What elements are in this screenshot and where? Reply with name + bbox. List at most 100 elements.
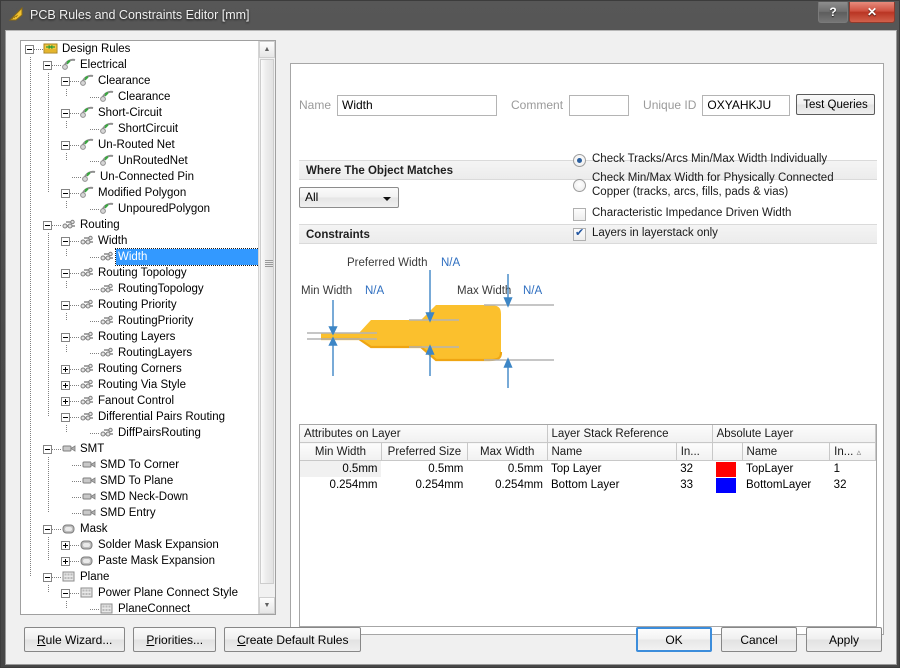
scroll-down-button[interactable]: ▼ — [259, 597, 275, 614]
tree-item-routing-via-style[interactable]: Routing Via Style — [21, 377, 258, 393]
tree-expander-expand-icon[interactable] — [61, 380, 70, 390]
tree-expander-collapse-icon[interactable] — [61, 108, 70, 118]
radio-check-connected-copper-icon[interactable] — [573, 179, 586, 192]
tree-item-fanout-control[interactable]: Fanout Control — [21, 393, 258, 409]
tree-expander-collapse-icon[interactable] — [61, 76, 70, 86]
cell-stack-name[interactable]: Top Layer — [547, 461, 676, 478]
tree-item-mask[interactable]: Mask — [21, 521, 258, 537]
tree-item-differential-pairs-routing[interactable]: Differential Pairs Routing — [21, 409, 258, 425]
ok-button[interactable]: OK — [636, 627, 712, 652]
tree-expander-collapse-icon[interactable] — [61, 412, 70, 422]
tree-item-un-connected-pin[interactable]: Un-Connected Pin — [21, 169, 258, 185]
scroll-up-button[interactable]: ▲ — [259, 41, 275, 58]
tree-expander-collapse-icon[interactable] — [61, 236, 70, 246]
tree-item-smt[interactable]: SMT — [21, 441, 258, 457]
scope-dropdown[interactable]: All — [299, 187, 399, 208]
tree-item-width[interactable]: Width — [21, 233, 258, 249]
tree-item-power-plane-connect-style[interactable]: Power Plane Connect Style — [21, 585, 258, 601]
tree-item-unroutednet[interactable]: UnRoutedNet — [21, 153, 258, 169]
column-header-max-width[interactable]: Max Width — [467, 442, 548, 461]
tree-item-design-rules[interactable]: Design Rules — [21, 41, 258, 57]
tree-item-smd-to-plane[interactable]: SMD To Plane — [21, 473, 258, 489]
tree-item-width[interactable]: Width — [21, 248, 258, 266]
cell-preferred-size[interactable]: 0.5mm — [381, 461, 467, 478]
option-check-connected-copper[interactable]: Check Min/Max Width for Physically Conne… — [573, 171, 871, 199]
group-header-absolute-layer[interactable]: Absolute Layer — [712, 425, 876, 443]
tree-expander-collapse-icon[interactable] — [43, 444, 52, 454]
cell-max-width[interactable]: 0.5mm — [467, 461, 547, 478]
option-check-individually[interactable]: Check Tracks/Arcs Min/Max Width Individu… — [573, 153, 873, 167]
column-header-absolute-index[interactable]: In... ▵ — [829, 442, 876, 461]
name-input[interactable] — [337, 94, 498, 116]
group-header-attributes-on-layer[interactable]: Attributes on Layer — [300, 425, 548, 443]
tree-scrollbar[interactable]: ▲ ▼ — [258, 41, 275, 614]
column-header-min-width[interactable]: Min Width — [300, 442, 382, 461]
tree-item-routinglayers[interactable]: RoutingLayers — [21, 345, 258, 361]
tree-item-smd-neck-down[interactable]: SMD Neck-Down — [21, 489, 258, 505]
tree-item-electrical[interactable]: Electrical — [21, 57, 258, 73]
tree-item-routingtopology[interactable]: RoutingTopology — [21, 281, 258, 297]
tree-item-solder-mask-expansion[interactable]: Solder Mask Expansion — [21, 537, 258, 553]
tree-expander-collapse-icon[interactable] — [43, 572, 52, 582]
option-layers-in-layerstack-only[interactable]: Layers in layerstack only — [573, 226, 873, 241]
tree-expander-collapse-icon[interactable] — [61, 588, 70, 598]
cell-absolute-name[interactable]: TopLayer — [742, 461, 830, 478]
cell-min-width[interactable]: 0.5mm — [300, 460, 382, 477]
tree-expander-expand-icon[interactable] — [61, 364, 70, 374]
close-button[interactable]: ✕ — [849, 2, 895, 23]
cell-absolute-name[interactable]: BottomLayer — [742, 477, 830, 493]
cell-min-width[interactable]: 0.254mm — [300, 477, 381, 493]
cell-max-width[interactable]: 0.254mm — [467, 477, 547, 493]
tree-item-routing[interactable]: Routing — [21, 217, 258, 233]
unique-id-input[interactable] — [702, 94, 791, 116]
column-header-stack-index[interactable]: In... — [676, 442, 713, 461]
tree-item-smd-to-corner[interactable]: SMD To Corner — [21, 457, 258, 473]
tree-item-smd-entry[interactable]: SMD Entry — [21, 505, 258, 521]
tree-expander-collapse-icon[interactable] — [25, 44, 34, 54]
cell-stack-name[interactable]: Bottom Layer — [547, 477, 676, 493]
layer-attributes-table[interactable]: Attributes on Layer Layer Stack Referenc… — [299, 424, 877, 627]
cancel-button[interactable]: Cancel — [721, 627, 797, 652]
checkbox-impedance-driven-width-icon[interactable] — [573, 208, 586, 221]
tree-expander-collapse-icon[interactable] — [61, 332, 70, 342]
tree-item-unpouredpolygon[interactable]: UnpouredPolygon — [21, 201, 258, 217]
apply-button[interactable]: Apply — [806, 627, 882, 652]
cell-stack-index[interactable]: 32 — [676, 461, 712, 478]
tree-expander-collapse-icon[interactable] — [43, 524, 52, 534]
tree-expander-collapse-icon[interactable] — [43, 60, 52, 70]
tree-expander-collapse-icon[interactable] — [43, 220, 52, 230]
priorities-button[interactable]: Priorities... — [133, 627, 217, 652]
tree-expander-expand-icon[interactable] — [61, 556, 70, 566]
tree-item-planeconnect[interactable]: PlaneConnect — [21, 601, 258, 614]
tree-expander-expand-icon[interactable] — [61, 396, 70, 406]
tree-item-shortcircuit[interactable]: ShortCircuit — [21, 121, 258, 137]
tree-item-routing-topology[interactable]: Routing Topology — [21, 265, 258, 281]
option-impedance-driven-width[interactable]: Characteristic Impedance Driven Width — [573, 207, 873, 221]
column-header-absolute-name[interactable]: Name — [742, 442, 831, 461]
tree-item-routing-corners[interactable]: Routing Corners — [21, 361, 258, 377]
tree-item-routingpriority[interactable]: RoutingPriority — [21, 313, 258, 329]
comment-input[interactable] — [569, 94, 630, 116]
tree-item-routing-priority[interactable]: Routing Priority — [21, 297, 258, 313]
create-default-rules-button[interactable]: Create Default Rules — [224, 627, 362, 652]
table-row[interactable]: 0.254mm 0.254mm 0.254mm Bottom Layer 33 Botto… — [300, 477, 876, 493]
column-header-color-swatch[interactable] — [712, 442, 743, 461]
tree-expander-collapse-icon[interactable] — [61, 300, 70, 310]
tree-item-short-circuit[interactable]: Short-Circuit — [21, 105, 258, 121]
tree-expander-collapse-icon[interactable] — [61, 188, 70, 198]
tree-item-paste-mask-expansion[interactable]: Paste Mask Expansion — [21, 553, 258, 569]
checkbox-layers-in-layerstack-only-icon[interactable] — [573, 226, 586, 241]
design-rules-tree[interactable]: Design Rules Electrical Clearance Clearance… — [20, 40, 276, 615]
tree-item-diffpairsrouting[interactable]: DiffPairsRouting — [21, 425, 258, 441]
cell-preferred-size[interactable]: 0.254mm — [381, 477, 467, 493]
rule-wizard-button[interactable]: Rule Wizard... — [24, 627, 126, 652]
tree-item-plane[interactable]: Plane — [21, 569, 258, 585]
radio-check-individually-icon[interactable] — [573, 154, 586, 167]
tree-item-modified-polygon[interactable]: Modified Polygon — [21, 185, 258, 201]
tree-expander-expand-icon[interactable] — [61, 540, 70, 550]
cell-layer-color[interactable] — [712, 461, 742, 478]
tree-expander-collapse-icon[interactable] — [61, 268, 70, 278]
cell-absolute-index[interactable]: 32 — [830, 477, 876, 493]
scrollbar-thumb[interactable] — [260, 59, 274, 584]
group-header-layer-stack-reference[interactable]: Layer Stack Reference — [547, 425, 713, 443]
